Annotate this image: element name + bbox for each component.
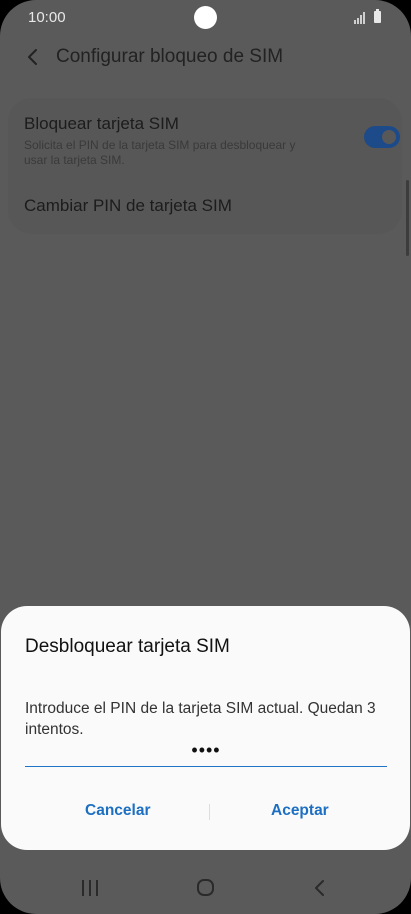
status-bar: 10:00	[0, 0, 411, 36]
lock-sim-toggle[interactable]	[364, 126, 400, 148]
chevron-left-icon	[28, 49, 37, 65]
home-icon[interactable]	[197, 879, 214, 896]
toggle-knob	[380, 128, 398, 146]
lock-sim-subtitle: Solicita el PIN de la tarjeta SIM para d…	[24, 138, 296, 167]
app-bar: Configurar bloqueo de SIM	[0, 36, 411, 80]
battery-icon	[374, 9, 381, 23]
navigation-bar	[0, 860, 411, 914]
scrollbar	[406, 180, 409, 256]
settings-card: Bloquear tarjeta SIM Solicita el PIN de …	[8, 98, 402, 234]
signal-icon	[354, 12, 368, 24]
accept-button[interactable]: Aceptar	[271, 802, 329, 820]
pin-input[interactable]: ••••	[25, 738, 387, 767]
phone-screen: 10:00 Configurar bloqueo de SIM Bloquear…	[0, 0, 411, 914]
dialog-title: Desbloquear tarjeta SIM	[25, 636, 230, 657]
front-camera	[194, 6, 217, 29]
pin-value: ••••	[191, 740, 221, 760]
page-title: Configurar bloqueo de SIM	[56, 46, 284, 67]
change-pin-row[interactable]: Cambiar PIN de tarjeta SIM	[24, 196, 232, 216]
lock-sim-row[interactable]: Bloquear tarjeta SIM Solicita el PIN de …	[24, 114, 400, 174]
status-time: 10:00	[28, 9, 66, 26]
unlock-sim-dialog: Desbloquear tarjeta SIM Introduce el PIN…	[1, 606, 410, 850]
cancel-button[interactable]: Cancelar	[85, 802, 150, 820]
dialog-message: Introduce el PIN de la tarjeta SIM actua…	[25, 700, 376, 738]
lock-sim-title: Bloquear tarjeta SIM	[24, 114, 179, 133]
back-icon[interactable]	[313, 879, 327, 897]
back-button[interactable]	[18, 42, 48, 72]
button-divider	[209, 804, 210, 820]
recent-apps-icon[interactable]	[82, 880, 100, 896]
